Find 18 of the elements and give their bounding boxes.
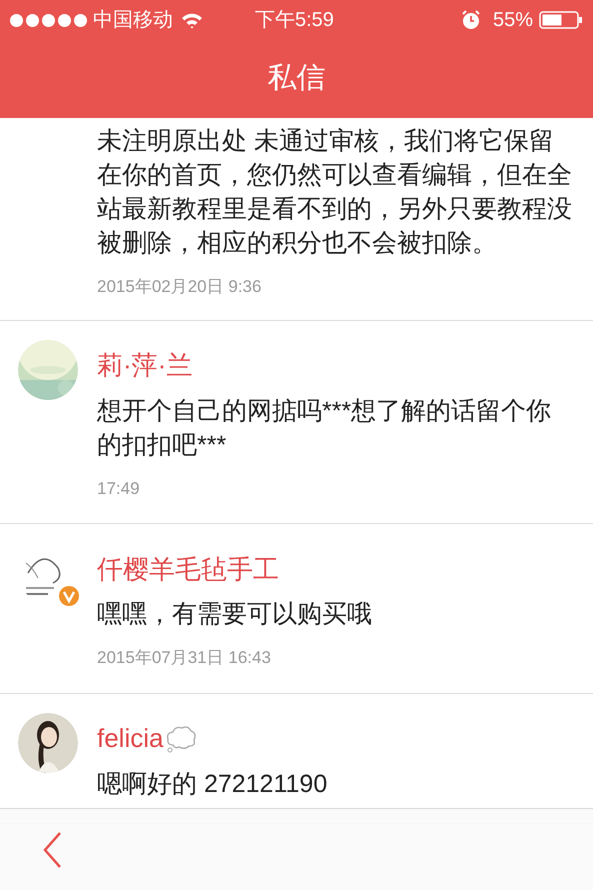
message-time: 17:49 [97, 478, 141, 500]
message-time: 2015年07月31日 16:43 [97, 647, 272, 669]
wifi-icon [181, 12, 203, 28]
message-text: 未注明原出处 未通过审核，我们将它保留在你的首页，您仍然可以查看编辑，但在全站最新教程里是看不到的，另外只要教程没被删除，相应的积分也不会被扣除。 [97, 126, 573, 259]
message-text: 嗯啊好的 272121190 [97, 768, 328, 800]
message-text: 想开个自己的网掂吗***想了解的话留个你的扣扣吧*** [97, 396, 552, 460]
signal-icon [10, 14, 87, 26]
page-title: 私信 [268, 61, 326, 96]
alarm-icon [460, 10, 481, 30]
message-text: 嘿嘿，有需要可以购买哦 [97, 599, 373, 630]
clock-time: 下午5:59 [255, 8, 334, 33]
sender-name[interactable]: 莉·萍·兰 [97, 346, 192, 385]
battery-percent: 55% [492, 8, 533, 33]
message-time: 2015年02月20日 9:36 [97, 276, 262, 298]
battery-icon [539, 10, 583, 30]
sender-name[interactable]: felicia [97, 719, 164, 758]
sender-name[interactable]: 仟樱羊毛毡手工 [97, 550, 279, 588]
carrier-name: 中国移动 [93, 8, 173, 33]
